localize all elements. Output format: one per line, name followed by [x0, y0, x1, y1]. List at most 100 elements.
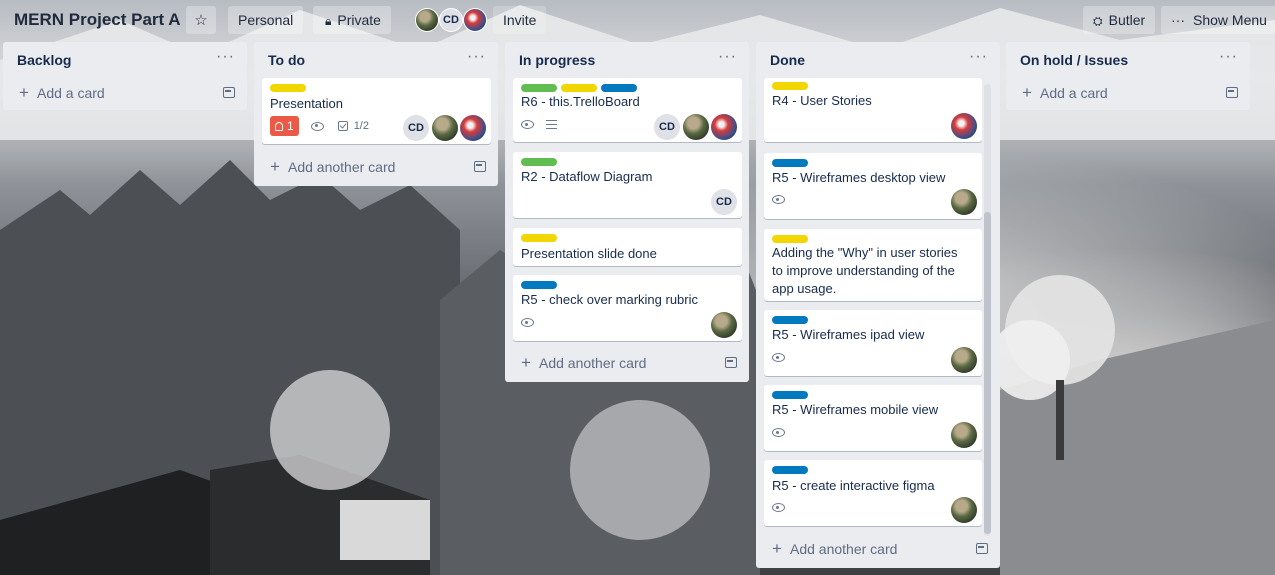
- card-template-icon[interactable]: [1226, 87, 1238, 98]
- card-labels: [270, 84, 306, 92]
- watch-icon: [521, 120, 534, 129]
- card-slide-done[interactable]: Presentation slide done: [513, 228, 742, 266]
- card-rubric[interactable]: R5 - check over marking rubric: [513, 275, 742, 341]
- card-title: R4 - User Stories: [772, 93, 872, 108]
- label-blue: [521, 281, 557, 289]
- card-wireframes-mobile[interactable]: R5 - Wireframes mobile view: [764, 385, 982, 451]
- due-badge[interactable]: 1: [270, 116, 299, 136]
- invite-button[interactable]: Invite: [493, 6, 547, 34]
- card-template-icon[interactable]: [223, 87, 235, 98]
- card-title: R2 - Dataflow Diagram: [521, 169, 653, 184]
- butler-button[interactable]: ⛭ Butler: [1083, 6, 1156, 34]
- list-title[interactable]: Done: [770, 52, 805, 68]
- star-button[interactable]: ☆: [186, 6, 216, 34]
- board-title[interactable]: MERN Project Part A: [14, 6, 181, 34]
- add-card-label: Add a card: [1040, 85, 1108, 101]
- card-title: Presentation: [270, 96, 343, 111]
- add-card-label: Add another card: [539, 355, 647, 371]
- watch-icon: [310, 121, 324, 131]
- label-blue: [772, 316, 808, 324]
- card-badges: [772, 195, 785, 204]
- card-member-photo[interactable]: [711, 312, 737, 338]
- card-wireframes-desktop[interactable]: R5 - Wireframes desktop view: [764, 153, 982, 219]
- card-member-photo[interactable]: [683, 114, 709, 140]
- list-title[interactable]: To do: [268, 52, 305, 68]
- card-wireframes-ipad[interactable]: R5 - Wireframes ipad view: [764, 310, 982, 376]
- card-member-red[interactable]: [711, 114, 737, 140]
- list-menu-icon[interactable]: ···: [718, 48, 737, 66]
- card-figma[interactable]: R5 - create interactive figma: [764, 460, 982, 526]
- card-member-cd[interactable]: CD: [403, 115, 429, 141]
- card-member-photo[interactable]: [951, 189, 977, 215]
- card-member-photo[interactable]: [432, 115, 458, 141]
- label-yellow: [521, 234, 557, 242]
- card-template-icon[interactable]: [976, 543, 988, 554]
- card-title: R6 - this.TrelloBoard: [521, 94, 640, 109]
- list-menu-icon[interactable]: ···: [1219, 48, 1238, 66]
- list-backlog: Backlog ··· + Add a card: [3, 42, 247, 110]
- list-header: To do ···: [254, 42, 498, 76]
- card-member-photo[interactable]: [951, 497, 977, 523]
- card-title: R5 - Wireframes ipad view: [772, 327, 925, 342]
- show-menu-button[interactable]: ··· Show Menu: [1161, 6, 1275, 34]
- team-button[interactable]: Personal: [228, 6, 304, 34]
- list-menu-icon[interactable]: ···: [467, 48, 486, 66]
- list-title[interactable]: In progress: [519, 52, 595, 68]
- card-badges: [772, 503, 785, 512]
- member-avatar-cd[interactable]: CD: [439, 8, 463, 32]
- lock-icon: 🔒︎: [325, 14, 332, 28]
- add-card-button[interactable]: + Add another card: [505, 346, 749, 380]
- list-scrollbar-thumb[interactable]: [984, 212, 991, 534]
- add-card-label: Add another card: [288, 159, 396, 175]
- bell-icon: [275, 121, 283, 131]
- plus-icon: +: [270, 157, 280, 176]
- card-presentation[interactable]: Presentation 1 1/2 CD: [262, 78, 491, 144]
- list-menu-icon[interactable]: ···: [969, 48, 988, 66]
- card-template-icon[interactable]: [474, 161, 486, 172]
- card-member-photo[interactable]: [951, 347, 977, 373]
- card-labels: [772, 159, 808, 167]
- member-avatar-photo[interactable]: [415, 8, 439, 32]
- checklist-icon: [337, 121, 348, 131]
- card-trelloboard[interactable]: R6 - this.TrelloBoard CD: [513, 78, 742, 142]
- watch-icon: [772, 503, 785, 512]
- visibility-label: Private: [337, 12, 381, 28]
- add-card-button[interactable]: + Add a card: [3, 76, 247, 110]
- card-template-icon[interactable]: [725, 357, 737, 368]
- card-dataflow[interactable]: R2 - Dataflow Diagram CD: [513, 152, 742, 218]
- add-card-button[interactable]: + Add a card: [1006, 76, 1250, 110]
- list-title[interactable]: Backlog: [17, 52, 71, 68]
- member-avatar-red[interactable]: [463, 8, 487, 32]
- butler-icon: ⛭: [1093, 14, 1103, 28]
- card-user-stories[interactable]: R4 - User Stories: [764, 78, 982, 142]
- card-labels: [772, 82, 808, 90]
- watch-icon: [772, 195, 785, 204]
- due-count: 1: [287, 119, 294, 133]
- plus-icon: +: [1022, 83, 1032, 102]
- card-member-photo[interactable]: [951, 422, 977, 448]
- card-member-red[interactable]: [460, 115, 486, 141]
- card-title: R5 - create interactive figma: [772, 478, 935, 493]
- card-title: Presentation slide done: [521, 246, 657, 261]
- card-badges: 1 1/2: [270, 116, 369, 136]
- watch-icon: [772, 428, 785, 437]
- label-blue: [772, 159, 808, 167]
- card-member-cd[interactable]: CD: [654, 114, 680, 140]
- add-card-button[interactable]: + Add another card: [756, 532, 1000, 566]
- card-title: R5 - Wireframes desktop view: [772, 170, 946, 185]
- card-member-cd[interactable]: CD: [711, 189, 737, 215]
- label-yellow: [270, 84, 306, 92]
- card-labels: [772, 391, 808, 399]
- add-card-button[interactable]: + Add another card: [254, 150, 498, 184]
- list-in-progress: In progress ··· R6 - this.TrelloBoard CD…: [505, 42, 749, 382]
- card-labels: [521, 158, 557, 166]
- watch-icon: [772, 353, 785, 362]
- visibility-button[interactable]: 🔒︎ Private: [313, 6, 391, 34]
- list-menu-icon[interactable]: ···: [216, 48, 235, 66]
- card-why-stories[interactable]: Adding the "Why" in user stories to impr…: [764, 229, 982, 301]
- list-title[interactable]: On hold / Issues: [1020, 52, 1128, 68]
- card-member-red[interactable]: [951, 113, 977, 139]
- label-blue: [772, 391, 808, 399]
- list-header: Backlog ···: [3, 42, 247, 76]
- card-labels: [521, 84, 637, 92]
